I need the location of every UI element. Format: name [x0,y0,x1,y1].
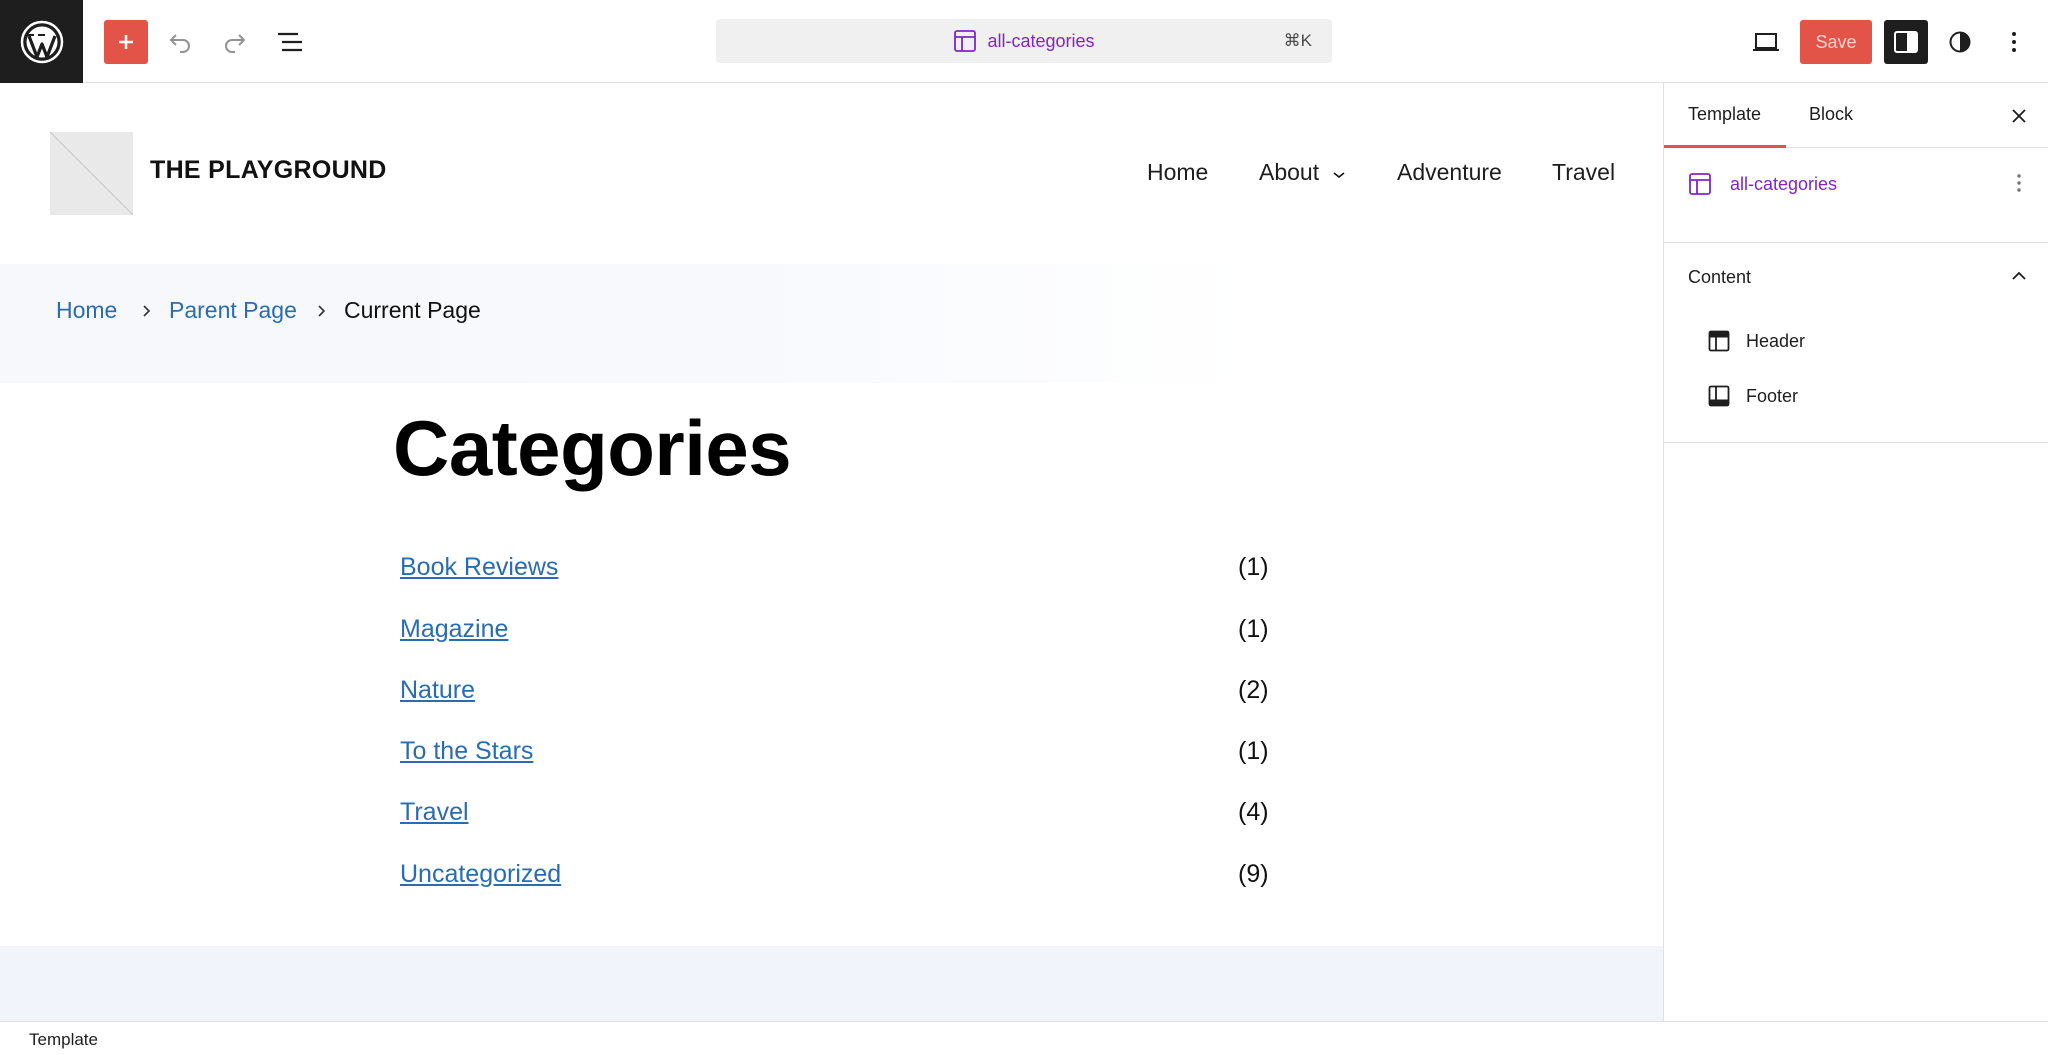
category-link[interactable]: Magazine [400,615,508,644]
chevron-up-icon [2012,271,2026,280]
sidebar-tabs: Template Block [1664,83,2048,148]
category-link[interactable]: Book Reviews [400,553,558,582]
template-part-header[interactable]: Header [1708,323,2028,359]
editor-toolbar: all-categories ⌘K Save [0,0,2048,83]
undo-icon [169,34,190,53]
status-breadcrumb-template[interactable]: Template [29,1030,98,1050]
chevron-right-icon [143,305,151,317]
site-logo-placeholder[interactable] [50,132,133,215]
template-part-label: Footer [1746,385,1799,406]
header-part-icon [1708,330,1730,352]
content-panel-title[interactable]: Content [1688,267,1751,288]
footer-part-icon [1708,385,1730,407]
template-actions-button[interactable] [2004,168,2034,198]
category-count: (1) [1238,615,1269,643]
list-item: Uncategorized (9) [400,860,1280,900]
category-count: (1) [1238,553,1269,581]
list-item: Book Reviews (1) [400,553,1280,593]
category-link[interactable]: Nature [400,676,475,705]
footer-template-part[interactable] [0,946,1664,1022]
save-button[interactable]: Save [1800,20,1872,64]
category-link[interactable]: To the Stars [400,737,533,766]
command-shortcut: ⌘K [1283,31,1312,50]
command-palette-bar[interactable]: all-categories ⌘K [716,19,1332,63]
nav-item-home[interactable]: Home [1147,159,1208,186]
breadcrumb-parent[interactable]: Parent Page [169,297,297,324]
close-icon [2012,109,2026,123]
more-vertical-icon [2017,174,2021,192]
list-view-button[interactable] [268,20,312,64]
category-count: (1) [1238,737,1269,765]
list-item: Travel (4) [400,798,1280,838]
close-sidebar-button[interactable] [2004,101,2034,131]
category-link[interactable]: Uncategorized [400,860,561,889]
nav-item-travel[interactable]: Travel [1552,159,1615,186]
plus-icon [119,35,133,49]
settings-sidebar: Template Block all-categories Content He… [1663,83,2048,1022]
more-vertical-icon [2012,32,2016,52]
list-item: To the Stars (1) [400,737,1280,777]
layout-icon [1689,173,1711,195]
command-title: all-categories [953,29,1095,53]
nav-item-about-label: About [1259,159,1320,185]
breadcrumb-home[interactable]: Home [56,297,117,324]
wordpress-logo-icon[interactable] [0,0,83,83]
chevron-right-icon [318,305,326,317]
list-item: Magazine (1) [400,615,1280,655]
redo-button[interactable] [213,20,257,64]
template-name: all-categories [1730,174,1838,194]
block-breadcrumb-bar: Template [0,1021,2048,1055]
preview-device-button[interactable] [1744,20,1788,64]
settings-sidebar-icon [1894,31,1918,53]
options-button[interactable] [1992,20,2036,64]
tab-block[interactable]: Block [1809,104,1853,125]
nav-item-about[interactable]: About [1259,159,1346,186]
command-title-text: all-categories [987,30,1095,51]
content-panel: Content Header Footer [1664,243,2048,443]
add-block-button[interactable] [104,20,148,64]
template-card: all-categories [1664,148,2048,243]
chevron-down-icon [1333,172,1344,179]
content-panel-toggle[interactable] [2004,261,2034,291]
list-view-icon [278,32,302,52]
layout-icon [954,30,977,52]
breadcrumb-current: Current Page [344,297,481,323]
template-part-label: Header [1746,330,1806,351]
page-title[interactable]: Categories [393,403,792,494]
template-part-footer[interactable]: Footer [1708,378,2028,414]
tab-template[interactable]: Template [1688,104,1761,125]
site-title[interactable]: THE PLAYGROUND [150,156,387,185]
category-link[interactable]: Travel [400,798,469,827]
undo-button[interactable] [158,20,202,64]
list-item: Nature (2) [400,676,1280,716]
redo-icon [225,34,246,53]
nav-item-adventure[interactable]: Adventure [1397,159,1502,186]
styles-contrast-icon [1949,31,1971,53]
settings-sidebar-button[interactable] [1884,20,1928,64]
category-count: (9) [1238,860,1269,888]
editor-canvas[interactable]: THE PLAYGROUND Home About Adventure Trav… [0,83,1664,1022]
desktop-view-icon [1753,33,1779,51]
category-count: (4) [1238,798,1269,826]
styles-button[interactable] [1938,20,1982,64]
category-count: (2) [1238,676,1269,704]
